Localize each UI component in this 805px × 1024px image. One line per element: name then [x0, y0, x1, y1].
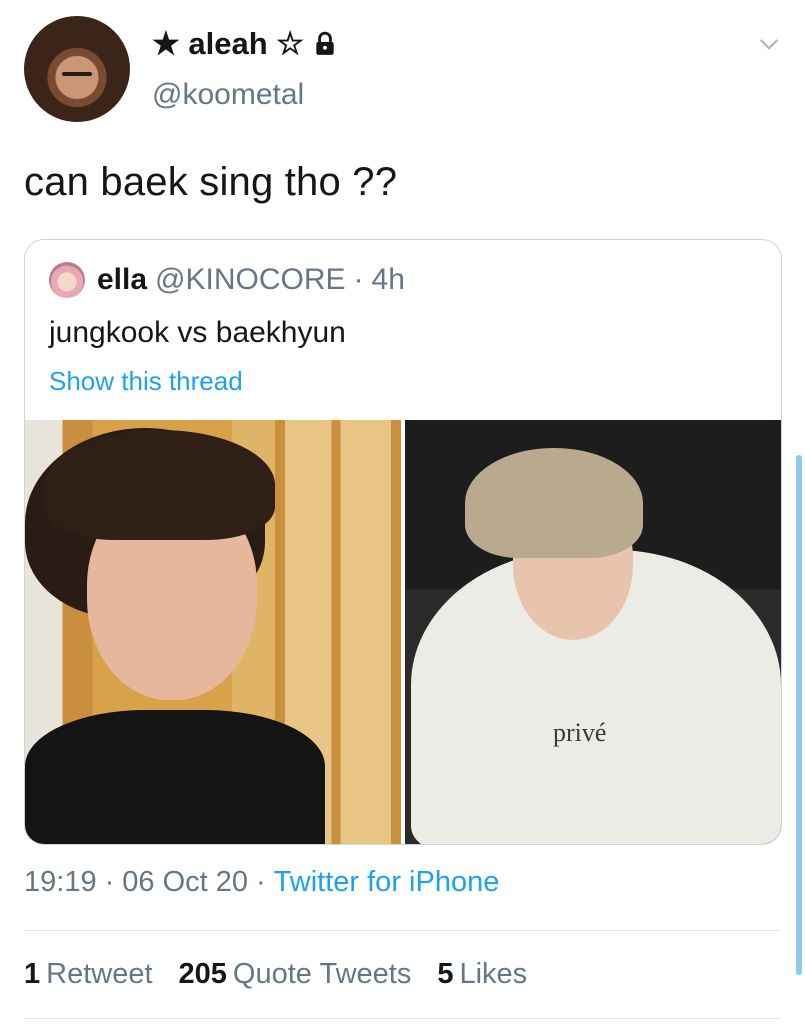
quoted-timestamp[interactable]: 4h: [372, 263, 405, 297]
quote-tweets-count: 205: [178, 958, 227, 990]
likes-count: 5: [437, 958, 454, 990]
retweets-count: 1: [24, 958, 41, 990]
tweet-time[interactable]: 19:19: [24, 866, 97, 899]
meta-separator: ·: [256, 866, 266, 898]
photo-person-hair: [465, 448, 643, 558]
tweet-source-link[interactable]: Twitter for iPhone: [274, 866, 500, 899]
quote-tweets-label: Quote Tweets: [232, 958, 412, 990]
divider: [24, 930, 781, 931]
author-name-row: ★ aleah ☆: [152, 24, 338, 64]
retweets-label: Retweet: [46, 958, 153, 990]
quoted-media-grid: privé: [25, 420, 781, 844]
meta-separator: ·: [104, 866, 115, 898]
tweet-date[interactable]: 06 Oct 20: [122, 866, 248, 899]
chevron-down-icon[interactable]: [756, 32, 782, 58]
quoted-header: ella @KINOCORE · 4h: [97, 262, 405, 298]
author-avatar[interactable]: [24, 16, 130, 122]
author-handle[interactable]: @koometal: [152, 78, 304, 112]
quoted-image-left[interactable]: [25, 420, 401, 844]
divider: [24, 1018, 781, 1019]
quoted-text: jungkook vs baekhyun: [49, 316, 346, 349]
quoted-separator: ·: [353, 263, 364, 296]
lock-icon: [316, 31, 334, 55]
quoted-image-right[interactable]: privé: [405, 420, 781, 844]
quoted-avatar[interactable]: [49, 262, 85, 298]
likes-stat[interactable]: 5 Likes: [437, 958, 527, 991]
tweet-text: can baek sing tho ??: [24, 160, 398, 204]
show-thread-link[interactable]: Show this thread: [49, 366, 243, 397]
quoted-name[interactable]: ella: [97, 263, 147, 297]
quote-tweets-stat[interactable]: 205 Quote Tweets: [179, 958, 412, 991]
quoted-tweet-card[interactable]: ella @KINOCORE · 4h jungkook vs baekhyun…: [24, 239, 782, 845]
retweets-stat[interactable]: 1 Retweet: [24, 958, 153, 991]
scrollbar[interactable]: [796, 455, 802, 975]
hoodie-print-text: privé: [553, 718, 607, 747]
quoted-handle[interactable]: @KINOCORE: [155, 263, 345, 297]
tweet-stats: 1 Retweet 205 Quote Tweets 5 Likes: [24, 958, 527, 991]
tweet-meta: 19:19 · 06 Oct 20 · Twitter for iPhone: [24, 866, 499, 899]
photo-person-bangs: [45, 430, 275, 540]
author-name[interactable]: ★ aleah ☆: [152, 26, 304, 62]
photo-person-shirt: [25, 710, 325, 844]
likes-label: Likes: [459, 958, 528, 990]
avatar-face-detail: [62, 72, 92, 76]
